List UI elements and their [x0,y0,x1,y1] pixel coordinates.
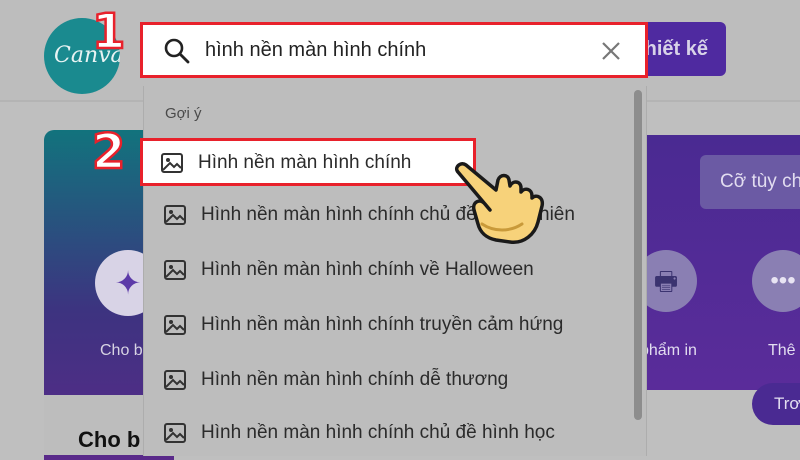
help-button[interactable]: Trơ [752,383,800,425]
image-icon [164,370,186,390]
step-number-1: 1 [91,3,127,62]
image-icon [164,423,186,443]
suggestion-label: Hình nền màn hình chính về Halloween [201,259,534,280]
close-icon[interactable] [599,39,623,63]
custom-size-button[interactable]: Cỡ tùy ch [700,155,800,209]
more-caption: Thê [768,342,796,359]
suggestion-item-1[interactable]: Hình nền màn hình chính [140,138,476,186]
pointing-hand-icon [454,162,545,244]
suggestion-label: Hình nền màn hình chính truyền cảm hứng [201,314,564,335]
print-products-caption: phẩm in [640,342,697,359]
suggestion-item-3[interactable]: Hình nền màn hình chính về Halloween [143,245,623,295]
suggestions-heading: Gợi ý [165,105,202,122]
image-icon [164,205,186,225]
suggestion-label: Hình nền màn hình chính dễ thương [201,369,509,390]
search-input[interactable]: hình nền màn hình chính [140,22,648,78]
search-icon [164,38,190,64]
suggestion-label: Hình nền màn hình chính chủ đề hình học [201,422,555,443]
step-number-2: 2 [91,123,127,182]
image-icon [164,260,186,280]
suggestion-item-6[interactable]: Hình nền màn hình chính chủ đề hình học [143,408,623,458]
image-icon [164,315,186,335]
search-query-text: hình nền màn hình chính [205,39,427,61]
left-card-caption: Cho b [100,342,143,359]
dropdown-scrollbar-thumb[interactable] [634,90,642,420]
left-section-heading: Cho b [78,427,141,452]
suggestion-item-5[interactable]: Hình nền màn hình chính dễ thương [143,355,623,405]
image-icon [161,153,183,173]
suggestion-item-4[interactable]: Hình nền màn hình chính truyền cảm hứng [143,300,623,350]
suggestion-label: Hình nền màn hình chính [198,152,412,173]
